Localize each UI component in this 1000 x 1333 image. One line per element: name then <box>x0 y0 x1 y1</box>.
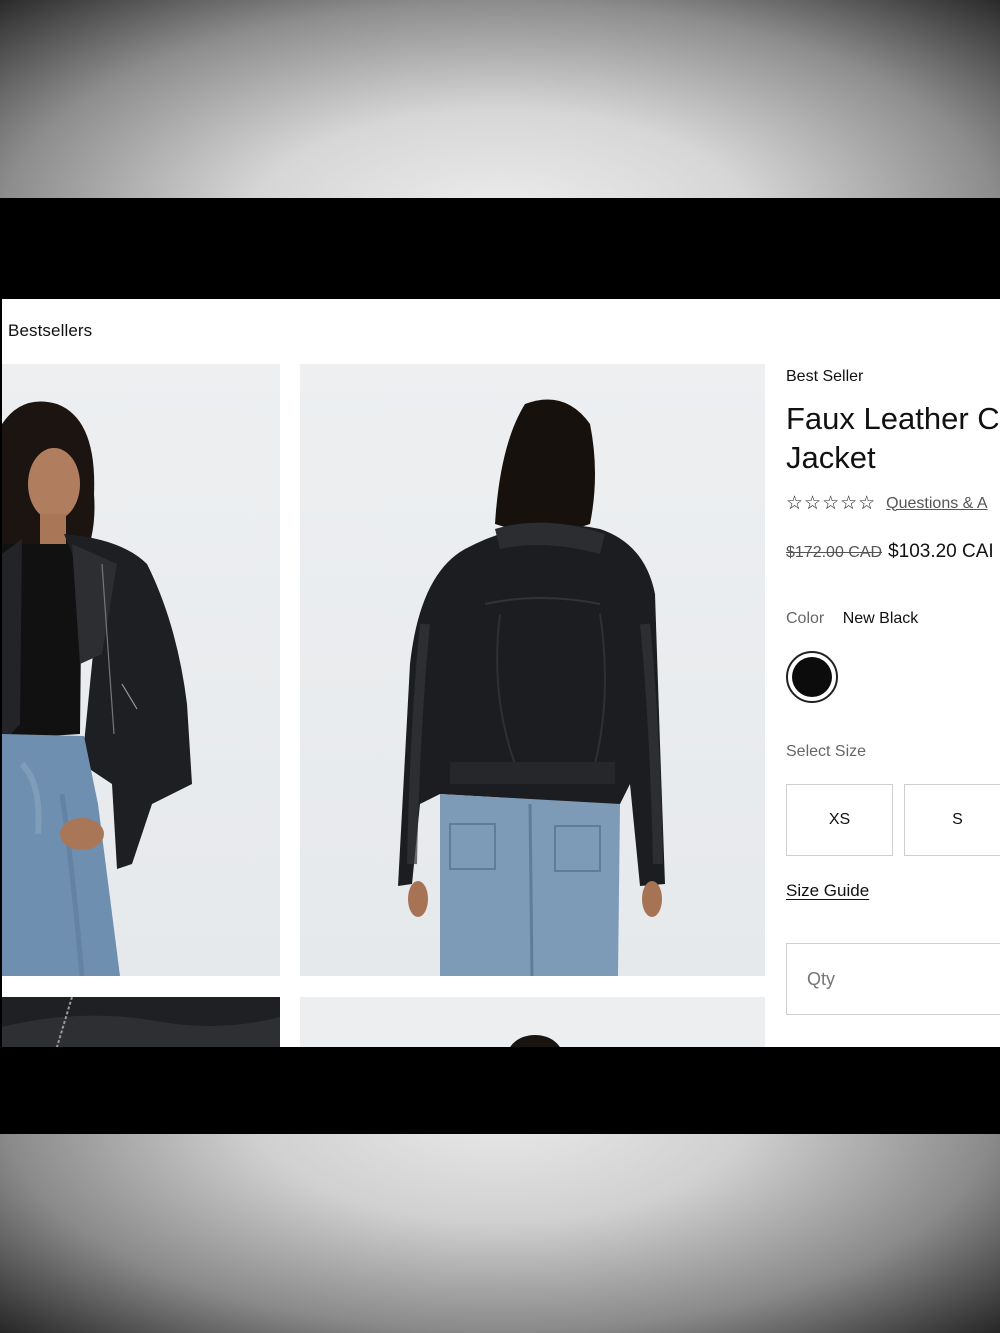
color-value: New Black <box>842 610 919 627</box>
product-title-line-1: Faux Leather C <box>786 401 1000 436</box>
product-info-panel: Best Seller Faux Leather C Jacket ☆☆☆☆☆ … <box>786 299 1000 1047</box>
sale-price: $103.20 CAI <box>888 541 994 562</box>
color-row: Color New Black <box>786 610 918 628</box>
blurred-background-top <box>0 0 1000 198</box>
size-guide-link[interactable]: Size Guide <box>786 881 869 901</box>
model-back-illustration <box>398 399 665 976</box>
size-button-xs[interactable]: XS <box>786 784 893 856</box>
breadcrumb[interactable]: Bestsellers <box>8 321 92 341</box>
letterbox-bottom <box>0 1047 1000 1134</box>
product-page: Bestsellers Best Seller Faux Leather C J… <box>2 299 1000 1047</box>
best-seller-badge: Best Seller <box>786 368 864 385</box>
product-image-back-partial[interactable] <box>300 997 765 1047</box>
price-row: $172.00 CAD $103.20 CAI <box>786 541 994 563</box>
jacket-detail-illustration <box>2 997 280 1047</box>
model-head-partial-illustration <box>510 1035 560 1047</box>
quantity-input[interactable] <box>786 943 1000 1015</box>
star-rating-icon[interactable]: ☆☆☆☆☆ <box>786 492 876 515</box>
original-price: $172.00 CAD <box>786 544 883 561</box>
product-title-line-2: Jacket <box>786 440 876 475</box>
product-image-back[interactable] <box>300 364 765 976</box>
product-image-detail[interactable] <box>2 997 280 1047</box>
color-label: Color <box>786 610 825 627</box>
color-swatch-new-black[interactable] <box>786 651 838 703</box>
product-title: Faux Leather C Jacket <box>786 399 1000 477</box>
size-button-s[interactable]: S <box>904 784 1000 856</box>
letterbox-top <box>0 198 1000 299</box>
model-front-illustration <box>2 401 192 976</box>
swatch-fill <box>792 657 832 697</box>
questions-answers-link[interactable]: Questions & A <box>886 495 987 513</box>
blurred-background-bottom <box>0 1134 1000 1333</box>
product-image-front[interactable] <box>2 364 280 976</box>
rating-row: ☆☆☆☆☆ Questions & A <box>786 492 988 515</box>
select-size-label: Select Size <box>786 743 867 760</box>
